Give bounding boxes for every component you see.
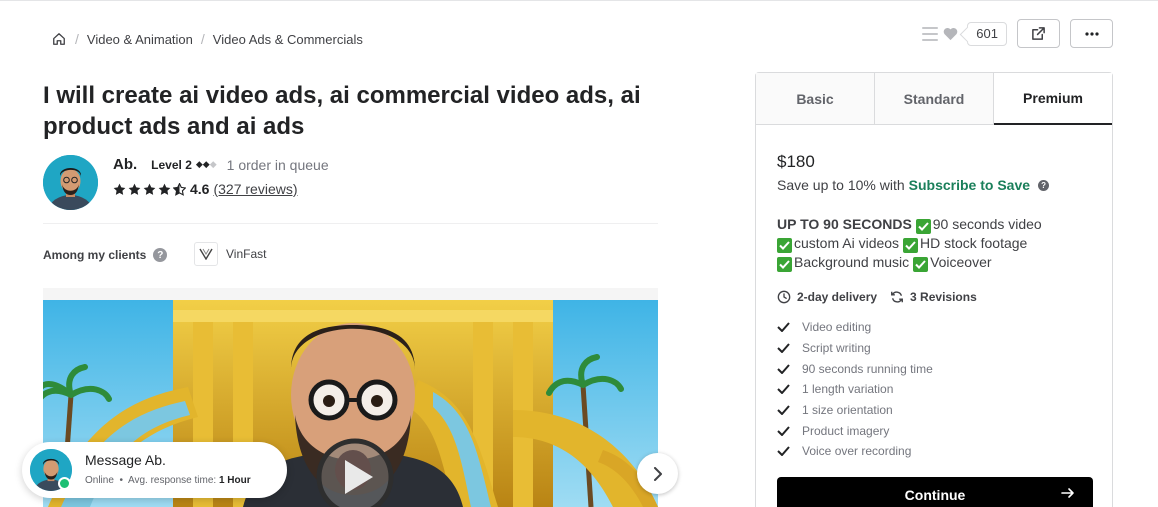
desc-item: Background music [794,254,910,270]
star-rating-icon [113,182,186,196]
heart-icon[interactable] [943,26,959,42]
level-diamond-icon: ◆◆◆ [195,159,217,169]
orders-in-queue: 1 order in queue [226,156,329,173]
save-prefix: Save up to 10% with [777,177,905,193]
share-button[interactable] [1017,19,1060,48]
tab-basic[interactable]: Basic [756,73,875,124]
share-icon [1032,27,1045,40]
subscribe-to-save-link[interactable]: Subscribe to Save [909,177,1030,193]
breadcrumb: / Video & Animation / Video Ads & Commer… [51,30,363,48]
seller-info: Ab. Level 2 ◆◆◆ 1 order in queue [113,156,329,173]
desc-heading: UP TO 90 SECONDS [777,216,912,232]
seller-level: Level 2 [151,157,192,172]
reviews-link[interactable]: (327 reviews) [213,181,297,197]
tab-standard[interactable]: Standard [875,73,994,124]
continue-label: Continue [904,487,966,503]
feature-item: Video editing [777,317,933,338]
seller-name[interactable]: Ab. [113,156,137,173]
online-status: Online [85,475,114,486]
desc-item: 90 seconds video [932,216,1042,232]
feature-label: 90 seconds running time [802,361,933,376]
client-vinfast[interactable]: VinFast [194,242,266,266]
checkmark-icon [777,405,791,416]
feature-item: 90 seconds running time [777,358,933,379]
revisions-count: 3 Revisions [910,290,977,304]
likes-count: 601 [967,21,1007,46]
subscribe-save-line: Save up to 10% with Subscribe to Save ? [777,177,1050,193]
checkmark-icon [777,343,791,354]
arrow-right-icon [1061,486,1075,500]
clients-label: Among my clients ? [43,248,168,262]
message-seller-bubble[interactable]: Message Ab. Online • Avg. response time:… [22,442,287,498]
tab-premium[interactable]: Premium [994,73,1112,125]
feature-item: Script writing [777,338,933,359]
breadcrumb-item-video-ads[interactable]: Video Ads & Commercials [213,32,363,47]
breadcrumb-separator: / [75,31,79,47]
message-subtitle: Online • Avg. response time: 1 Hour [85,475,251,486]
package-description: UP TO 90 SECONDS 90 seconds video custom… [777,215,1097,272]
feature-label: Video editing [802,320,872,335]
package-price: $180 [777,152,815,171]
check-icon [902,238,918,253]
online-status-dot [58,477,71,490]
feature-label: 1 length variation [802,382,894,397]
desc-item: Voiceover [930,254,992,270]
help-icon[interactable]: ? [1038,179,1050,191]
checkmark-icon [777,446,791,457]
ellipsis-icon [1084,31,1099,36]
delivery-time: 2-day delivery [797,290,878,304]
check-icon [915,219,931,234]
more-options-button[interactable] [1070,19,1113,48]
desc-item: custom Ai videos [794,235,900,251]
home-icon[interactable] [51,31,67,47]
package-tabs: Basic Standard Premium [756,73,1112,125]
feature-label: Script writing [802,341,871,356]
gig-title: I will create ai video ads, ai commercia… [43,82,641,140]
check-icon [777,257,792,272]
checkmark-icon [777,384,791,395]
clock-icon [777,290,791,304]
desc-item: HD stock footage [919,235,1028,251]
breadcrumb-item-video-animation[interactable]: Video & Animation [87,32,193,47]
rating: 4.6 (327 reviews) [113,181,298,197]
client-name: VinFast [226,247,267,261]
response-time-label: Avg. response time: [127,475,217,486]
next-slide-button[interactable] [637,453,678,494]
chevron-right-icon [653,466,662,481]
delivery-info: 2-day delivery 3 Revisions [777,290,977,304]
feature-label: Voice over recording [802,444,912,459]
feature-list: Video editing Script writing 90 seconds … [777,317,933,462]
package-card: Basic Standard Premium $180 Save up to 1… [755,72,1113,507]
check-icon [777,238,792,253]
feature-item: Voice over recording [777,441,933,462]
checkmark-icon [777,364,791,374]
continue-button[interactable]: Continue [777,477,1093,507]
revisions-icon [890,290,904,304]
feature-label: Product imagery [802,423,890,438]
checkmark-icon [777,322,791,333]
rating-value: 4.6 [190,181,210,197]
gig-actions: 601 [922,19,1113,48]
seller-avatar[interactable] [43,155,98,210]
response-time-value: 1 Hour [218,475,251,486]
feature-label: 1 size orientation [802,403,893,418]
list-icon[interactable] [922,26,939,41]
message-title: Message Ab. [85,452,166,468]
breadcrumb-separator: / [200,31,205,47]
checkmark-icon [777,426,791,436]
check-icon [913,257,929,272]
feature-item: 1 size orientation [777,400,933,421]
feature-item: Product imagery [777,420,933,441]
clients-label-text: Among my clients [43,248,147,262]
feature-item: 1 length variation [777,379,933,400]
vinfast-logo-icon [194,242,218,266]
section-divider [43,223,658,224]
help-icon[interactable]: ? [153,248,168,262]
top-divider [0,0,1158,1]
